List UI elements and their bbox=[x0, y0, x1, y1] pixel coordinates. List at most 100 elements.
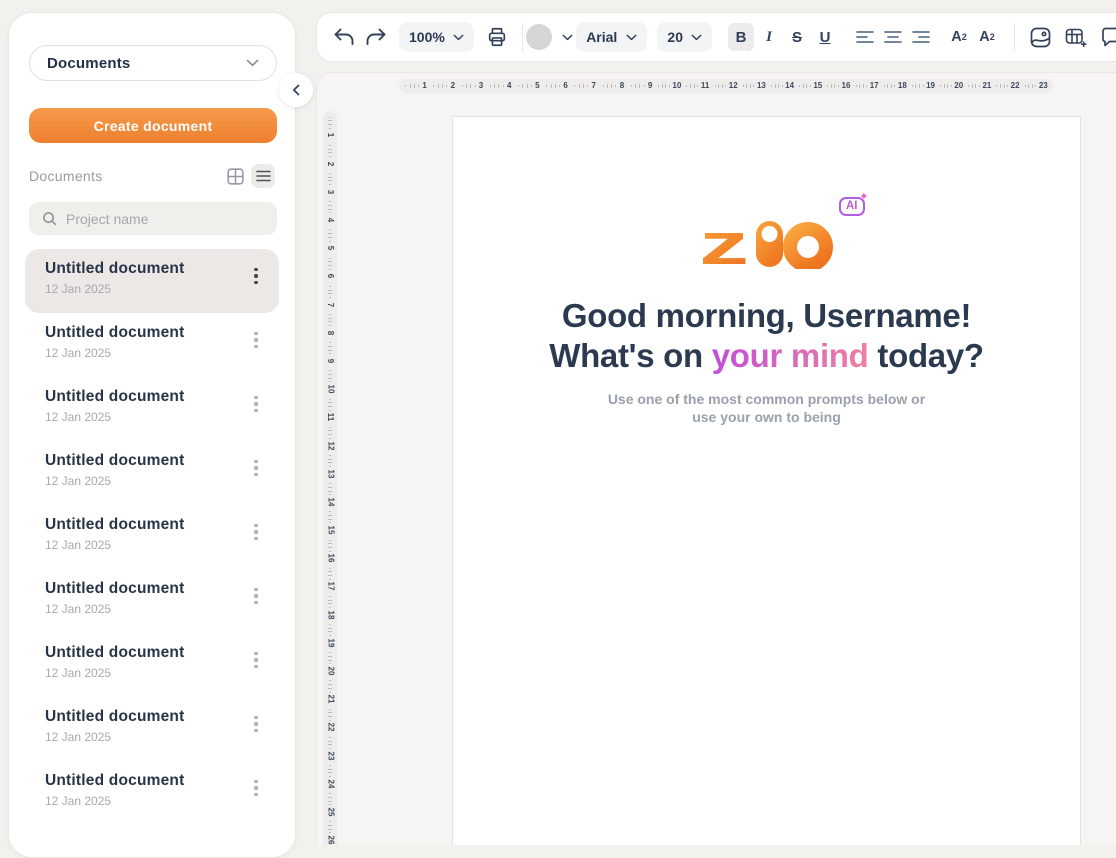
ruler-number: 4 bbox=[507, 82, 511, 90]
document-menu-button[interactable] bbox=[247, 455, 265, 481]
align-center-icon bbox=[884, 31, 902, 43]
ruler-number: 25 bbox=[326, 807, 334, 816]
greeting-line1: Good morning, Username! bbox=[453, 296, 1080, 336]
ruler-number: 4 bbox=[326, 218, 334, 222]
greeting-highlight: your mind bbox=[712, 337, 869, 374]
document-list-item[interactable]: Untitled document 12 Jan 2025 bbox=[25, 761, 279, 825]
comments-button[interactable] bbox=[1099, 23, 1116, 51]
subscript-label: A bbox=[979, 29, 989, 45]
search-input[interactable] bbox=[66, 211, 264, 227]
ruler-number: 15 bbox=[813, 82, 822, 90]
zio-logo: z AI ✦ bbox=[701, 213, 833, 269]
document-menu-button[interactable] bbox=[247, 391, 265, 417]
superscript-button[interactable]: A2 bbox=[946, 23, 972, 51]
underline-button[interactable]: U bbox=[812, 23, 838, 51]
horizontal-ruler[interactable]: 1 2 3 4 5 6 bbox=[399, 79, 1053, 93]
document-title: Untitled document bbox=[45, 644, 247, 662]
document-list-item[interactable]: Untitled document 12 Jan 2025 bbox=[25, 377, 279, 441]
document-title: Untitled document bbox=[45, 772, 247, 790]
ruler-number: 13 bbox=[757, 82, 766, 90]
text-color-button[interactable] bbox=[535, 23, 564, 51]
ruler-unit: 3 bbox=[328, 170, 332, 198]
document-list-item[interactable]: Untitled document 12 Jan 2025 bbox=[25, 249, 279, 313]
list-view-button[interactable] bbox=[251, 164, 275, 188]
document-title: Untitled document bbox=[45, 452, 247, 470]
document-date: 12 Jan 2025 bbox=[45, 794, 247, 808]
ruler-number: 12 bbox=[729, 82, 738, 90]
ruler-number: 20 bbox=[954, 82, 963, 90]
ruler-number: 9 bbox=[648, 82, 652, 90]
align-right-button[interactable] bbox=[908, 23, 934, 51]
ruler-unit: 10 bbox=[326, 368, 335, 396]
italic-button[interactable]: I bbox=[756, 23, 782, 51]
collapse-sidebar-button[interactable] bbox=[279, 73, 313, 107]
ruler-unit: 15 bbox=[797, 82, 825, 90]
ruler-unit: 5 bbox=[515, 82, 543, 90]
ruler-number: 23 bbox=[326, 751, 334, 760]
vertical-ruler[interactable]: 1 2 3 4 5 6 bbox=[323, 111, 337, 845]
document-list-item[interactable]: Untitled document 12 Jan 2025 bbox=[25, 697, 279, 761]
align-center-button[interactable] bbox=[880, 23, 906, 51]
chevron-left-icon bbox=[292, 84, 300, 96]
document-page[interactable]: z AI ✦ Good morning, Username! What's on… bbox=[452, 116, 1081, 845]
insert-image-button[interactable] bbox=[1027, 23, 1053, 51]
zoom-select[interactable]: 100% bbox=[399, 22, 474, 52]
document-menu-button[interactable] bbox=[247, 775, 265, 801]
font-size-select[interactable]: 20 bbox=[657, 22, 712, 52]
create-document-button[interactable]: Create document bbox=[29, 108, 277, 143]
print-button[interactable] bbox=[484, 23, 510, 51]
document-list-item[interactable]: Untitled document 12 Jan 2025 bbox=[25, 569, 279, 633]
chevron-down-icon bbox=[691, 34, 702, 41]
ai-badge-label: AI bbox=[846, 200, 858, 212]
document-info: Untitled document 12 Jan 2025 bbox=[45, 323, 247, 360]
strikethrough-button[interactable]: S bbox=[784, 23, 810, 51]
undo-button[interactable] bbox=[331, 23, 357, 51]
sidebar: Documents Create document Documents bbox=[8, 12, 296, 858]
ruler-number: 24 bbox=[326, 779, 334, 788]
subscript-button[interactable]: A2 bbox=[974, 23, 1000, 51]
document-info: Untitled document 12 Jan 2025 bbox=[45, 259, 247, 296]
search-box bbox=[29, 202, 277, 235]
ruler-unit: 13 bbox=[740, 82, 768, 90]
redo-button[interactable] bbox=[363, 23, 389, 51]
comment-icon bbox=[1102, 27, 1116, 47]
ruler-number: 11 bbox=[701, 82, 709, 90]
ruler-unit: 14 bbox=[326, 480, 335, 508]
document-menu-button[interactable] bbox=[247, 647, 265, 673]
ruler-number: 18 bbox=[898, 82, 907, 90]
font-family-value: Arial bbox=[586, 29, 617, 45]
ruler-unit: 6 bbox=[328, 255, 332, 283]
chevron-down-icon bbox=[626, 34, 637, 41]
grid-view-button[interactable] bbox=[223, 164, 247, 188]
bold-button[interactable]: B bbox=[728, 23, 754, 51]
document-list-item[interactable]: Untitled document 12 Jan 2025 bbox=[25, 505, 279, 569]
chevron-down-icon bbox=[562, 34, 573, 41]
ruler-number: 17 bbox=[326, 582, 334, 591]
insert-table-button[interactable] bbox=[1063, 23, 1089, 51]
document-list-item[interactable]: Untitled document 12 Jan 2025 bbox=[25, 441, 279, 505]
document-menu-button[interactable] bbox=[247, 583, 265, 609]
ruler-number: 5 bbox=[535, 82, 539, 90]
documents-section-label: Documents bbox=[29, 168, 223, 184]
font-family-select[interactable]: Arial bbox=[576, 22, 647, 52]
ruler-number: 15 bbox=[326, 526, 334, 535]
ruler-number: 6 bbox=[326, 274, 334, 278]
workspace-dropdown[interactable]: Documents bbox=[29, 45, 277, 81]
document-info: Untitled document 12 Jan 2025 bbox=[45, 771, 247, 808]
document-date: 12 Jan 2025 bbox=[45, 730, 247, 744]
document-list-item[interactable]: Untitled document 12 Jan 2025 bbox=[25, 633, 279, 697]
align-left-button[interactable] bbox=[852, 23, 878, 51]
ruler-unit: 5 bbox=[328, 227, 332, 255]
document-info: Untitled document 12 Jan 2025 bbox=[45, 579, 247, 616]
ruler-unit: 7 bbox=[328, 283, 332, 311]
ruler-unit: 12 bbox=[326, 424, 335, 452]
document-list-item[interactable]: Untitled document 12 Jan 2025 bbox=[25, 313, 279, 377]
ruler-number: 21 bbox=[982, 82, 991, 90]
prompt-subtitle: Use one of the most common prompts below… bbox=[453, 391, 1080, 426]
ruler-number: 13 bbox=[326, 469, 334, 478]
ruler-unit: 18 bbox=[881, 82, 909, 90]
document-menu-button[interactable] bbox=[247, 519, 265, 545]
document-menu-button[interactable] bbox=[247, 327, 265, 353]
document-menu-button[interactable] bbox=[247, 711, 265, 737]
document-menu-button[interactable] bbox=[247, 263, 265, 289]
